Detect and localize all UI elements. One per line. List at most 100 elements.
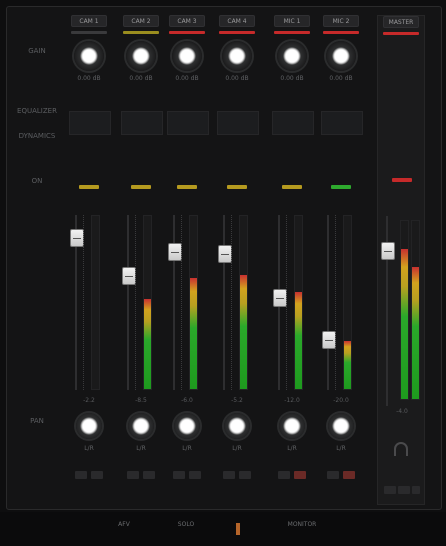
channel-label[interactable]: CAM 3 (169, 15, 205, 27)
channel-meter (294, 215, 303, 390)
eq-thumbnail[interactable] (321, 111, 363, 135)
channel-button-left[interactable] (75, 471, 87, 479)
fader-track (173, 215, 175, 390)
channel-tab-indicator (219, 31, 255, 34)
channel-button-right[interactable] (343, 471, 355, 479)
meter-scale (335, 215, 342, 390)
channel-meter-fill (240, 274, 247, 389)
channel-label[interactable]: CAM 1 (71, 15, 107, 27)
channel-button-right[interactable] (143, 471, 155, 479)
master-tab-indicator (383, 32, 419, 35)
headphone-icon[interactable] (394, 442, 408, 456)
eq-thumbnail[interactable] (272, 111, 314, 135)
master-fader[interactable] (381, 242, 395, 260)
channel-fader[interactable] (122, 267, 136, 285)
record-indicator-icon (236, 523, 240, 535)
solo-button[interactable]: SOLO (166, 518, 206, 540)
channel-button-right[interactable] (239, 471, 251, 479)
channel-button-left[interactable] (278, 471, 290, 479)
channel-button-right[interactable] (91, 471, 103, 479)
afv-label: AFV (118, 521, 130, 528)
channel-on-led[interactable] (177, 185, 197, 189)
channel-tab-indicator (274, 31, 310, 34)
channel-meter (343, 215, 352, 390)
gain-knob[interactable] (222, 41, 252, 71)
channel-meter-fill (344, 340, 351, 389)
channel-on-led[interactable] (282, 185, 302, 189)
master-button-c[interactable] (412, 486, 420, 494)
channel-fader[interactable] (70, 229, 84, 247)
channel-level-value: -8.5 (135, 397, 147, 404)
channel-strip: MIC 1 0.00 dB -12.0 L/R (270, 15, 314, 487)
channel-label[interactable]: MIC 1 (274, 15, 310, 27)
channel-meter (143, 215, 152, 390)
channel-tab-indicator (123, 31, 159, 34)
master-on-led[interactable] (392, 178, 412, 182)
channel-label[interactable]: CAM 2 (123, 15, 159, 27)
master-label[interactable]: MASTER (383, 16, 419, 28)
channel-tab-indicator (169, 31, 205, 34)
eq-row-label: EQUALIZER (17, 107, 57, 115)
pan-knob[interactable] (76, 413, 102, 439)
eq-thumbnail[interactable] (217, 111, 259, 135)
meter-scale (231, 215, 238, 390)
channel-label[interactable]: MIC 2 (323, 15, 359, 27)
gain-knob[interactable] (326, 41, 356, 71)
channel-fader[interactable] (322, 331, 336, 349)
monitor-button[interactable]: MONITOR (282, 518, 322, 540)
on-row-label: ON (31, 177, 43, 185)
channel-meter-fill (144, 299, 151, 389)
fader-track (223, 215, 225, 390)
pan-knob[interactable] (279, 413, 305, 439)
pan-knob[interactable] (128, 413, 154, 439)
pan-knob[interactable] (224, 413, 250, 439)
channel-button-left[interactable] (327, 471, 339, 479)
gain-value: 0.00 dB (329, 75, 353, 82)
channel-label[interactable]: CAM 4 (219, 15, 255, 27)
mixer-frame: GAIN EQUALIZER DYNAMICS ON PAN CAM 1 0.0… (6, 6, 442, 510)
gain-value: 0.00 dB (129, 75, 153, 82)
audio-mixer-panel: GAIN EQUALIZER DYNAMICS ON PAN CAM 1 0.0… (0, 0, 446, 546)
channel-button-left[interactable] (173, 471, 185, 479)
master-meter-right (411, 220, 420, 400)
eq-thumbnail[interactable] (121, 111, 163, 135)
channel-on-led[interactable] (331, 185, 351, 189)
channel-tab-indicator (71, 31, 107, 34)
channel-level-value: -20.0 (333, 397, 349, 404)
record-button[interactable] (228, 518, 248, 540)
pan-knob[interactable] (174, 413, 200, 439)
gain-knob[interactable] (172, 41, 202, 71)
channel-fader[interactable] (273, 289, 287, 307)
pan-value: L/R (336, 445, 346, 452)
gain-knob[interactable] (277, 41, 307, 71)
channel-meter-fill (190, 278, 197, 389)
master-button-a[interactable] (384, 486, 396, 494)
eq-thumbnail[interactable] (69, 111, 111, 135)
master-button-b[interactable] (398, 486, 410, 494)
channel-strip: CAM 3 0.00 dB -6.0 L/R (165, 15, 209, 487)
channel-button-left[interactable] (127, 471, 139, 479)
bottom-toolbar (0, 512, 446, 546)
channel-level-value: -12.0 (284, 397, 300, 404)
channel-fader[interactable] (218, 245, 232, 263)
meter-scale (135, 215, 142, 390)
channel-button-right[interactable] (294, 471, 306, 479)
channel-level-value: -2.2 (83, 397, 95, 404)
channel-on-led[interactable] (131, 185, 151, 189)
pan-knob[interactable] (328, 413, 354, 439)
gain-knob[interactable] (126, 41, 156, 71)
channel-strip: MIC 2 0.00 dB -20.0 L/R (319, 15, 363, 487)
channel-button-right[interactable] (189, 471, 201, 479)
master-strip: MASTER -4.0 (377, 15, 425, 505)
pan-value: L/R (287, 445, 297, 452)
channel-meter-fill (295, 292, 302, 389)
eq-thumbnail[interactable] (167, 111, 209, 135)
channel-button-left[interactable] (223, 471, 235, 479)
gain-value: 0.00 dB (175, 75, 199, 82)
gain-knob[interactable] (74, 41, 104, 71)
channel-tab-indicator (323, 31, 359, 34)
channel-fader[interactable] (168, 243, 182, 261)
afv-button[interactable]: AFV (104, 518, 144, 540)
channel-on-led[interactable] (79, 185, 99, 189)
channel-on-led[interactable] (227, 185, 247, 189)
